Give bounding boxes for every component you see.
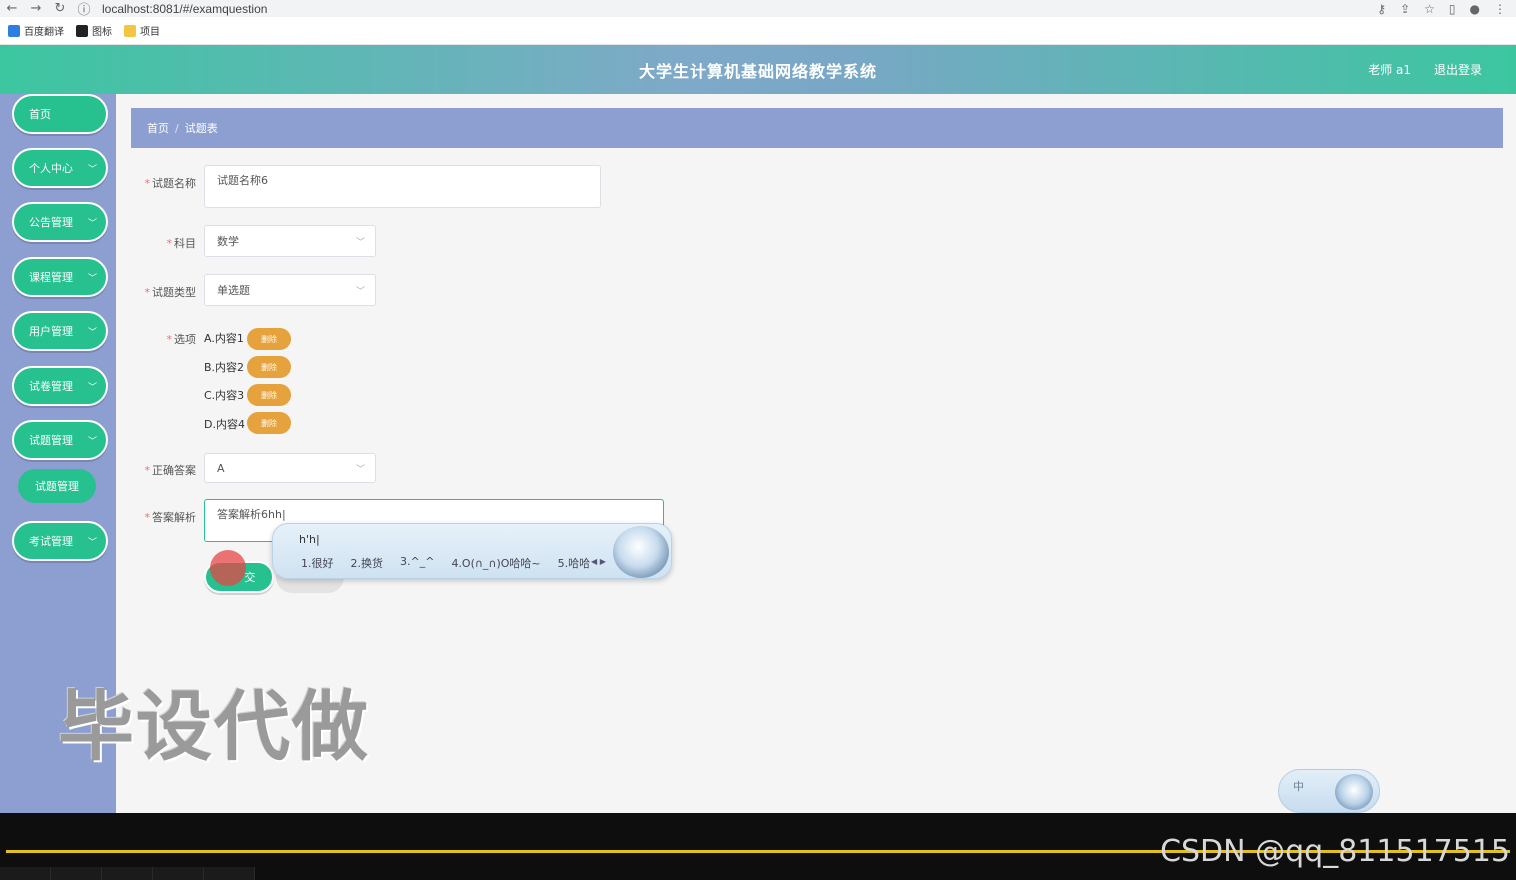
chevron-down-icon: ﹀: [355, 286, 365, 297]
ime-status-bar[interactable]: 中: [1278, 769, 1380, 813]
sidebar-item-course[interactable]: 课程管理 ﹀: [12, 257, 108, 297]
ime-candidate[interactable]: 3.^_^: [400, 555, 434, 571]
ime-skin-decoration: [613, 526, 669, 578]
translate-icon: [8, 24, 20, 37]
info-icon: ⓘ: [77, 3, 91, 18]
option-b-text: B.内容2: [204, 361, 245, 374]
browser-address-bar: ← → ↻ ⓘ localhost:8081/#/examquestion ⚷ …: [0, 0, 1516, 18]
question-name-field[interactable]: 试题名称6: [204, 165, 601, 208]
image-icon: [76, 24, 88, 37]
breadcrumb-current: 试题表: [184, 122, 218, 135]
app: 大学生计算机基础网络教学系统 老师 a1 退出登录 首页 个人中心 ﹀ 公告管理 ﹀…: [0, 45, 1516, 813]
chevron-down-icon: ﹀: [355, 237, 365, 248]
correct-answer-select[interactable]: A ﹀: [204, 453, 376, 483]
delete-option-c-button[interactable]: 删除: [247, 384, 291, 406]
question-type-select[interactable]: 单选题 ﹀: [204, 274, 376, 306]
breadcrumb-separator: /: [175, 121, 179, 135]
reload-icon[interactable]: ↻: [48, 1, 72, 16]
chevron-down-icon: ﹀: [87, 273, 97, 284]
chevron-down-icon: ﹀: [87, 164, 97, 175]
ime-candidate-list: 1.很好 2.换货 3.^_^ 4.O(∩_∩)O哈哈~ 5.哈哈: [301, 555, 590, 571]
sidebar-item-paper[interactable]: 试卷管理 ﹀: [12, 366, 108, 406]
sidebar-item-home[interactable]: 首页: [12, 94, 108, 134]
system-title: 大学生计算机基础网络教学系统: [638, 61, 877, 81]
sidebar-item-user[interactable]: 用户管理 ﹀: [12, 311, 108, 351]
label-options: * 选项: [166, 333, 197, 346]
chevron-down-icon: ﹀: [87, 537, 97, 548]
ime-candidate-popup: h'h| 1.很好 2.换货 3.^_^ 4.O(∩_∩)O哈哈~ 5.哈哈 ◀…: [272, 523, 672, 579]
bookmark-project[interactable]: 项目: [124, 23, 160, 38]
current-user: 老师 a1: [1368, 63, 1411, 77]
subject-select[interactable]: 数学 ﹀: [204, 225, 376, 257]
logout-link[interactable]: 退出登录: [1434, 61, 1482, 78]
label-subject: * 科目: [166, 237, 197, 250]
chevron-down-icon: ﹀: [87, 218, 97, 229]
breadcrumb-home[interactable]: 首页: [147, 120, 169, 136]
folder-icon: [124, 24, 136, 37]
delete-option-d-button[interactable]: 删除: [247, 412, 291, 434]
delete-option-b-button[interactable]: 删除: [247, 356, 291, 378]
label-correct-answer: * 正确答案: [144, 464, 197, 477]
screen: ← → ↻ ⓘ localhost:8081/#/examquestion ⚷ …: [0, 0, 1516, 880]
ime-page-arrows-icon[interactable]: ◀ ▶: [591, 557, 606, 566]
ime-mode-indicator[interactable]: 中: [1293, 778, 1304, 794]
breadcrumb: 首页 / 试题表: [131, 108, 1503, 148]
csdn-credit: CSDN @qq_811517515: [1160, 834, 1510, 869]
chevron-up-icon: ﹀: [87, 436, 97, 447]
url-text[interactable]: localhost:8081/#/examquestion: [102, 2, 267, 16]
video-thumbnails: [0, 867, 255, 880]
watermark: 毕设代做: [58, 682, 370, 771]
click-indicator: [210, 550, 246, 586]
sidebar-item-question[interactable]: 试题管理 ﹀: [12, 420, 108, 460]
label-question-name: * 试题名称: [144, 177, 197, 190]
option-a-text: A.内容1: [204, 332, 244, 345]
bookmark-baidu-translate[interactable]: 百度翻译: [8, 23, 64, 38]
star-icon[interactable]: ☆: [1424, 2, 1435, 16]
delete-option-a-button[interactable]: 删除: [247, 328, 291, 350]
bookmark-icons[interactable]: 图标: [76, 23, 112, 38]
ime-candidate[interactable]: 2.换货: [351, 555, 384, 571]
ime-candidate[interactable]: 5.哈哈: [558, 555, 591, 571]
menu-icon[interactable]: ⋮: [1494, 2, 1506, 16]
ime-skin-decoration: [1335, 774, 1373, 810]
label-question-type: * 试题类型: [144, 286, 197, 299]
chevron-down-icon: ﹀: [87, 327, 97, 338]
ime-candidate[interactable]: 4.O(∩_∩)O哈哈~: [451, 555, 540, 571]
sidebar-item-notice[interactable]: 公告管理 ﹀: [12, 202, 108, 242]
sidebar-item-profile[interactable]: 个人中心 ﹀: [12, 148, 108, 188]
bookmarks-bar: 百度翻译 图标 项目: [0, 17, 1516, 45]
forward-icon[interactable]: →: [24, 1, 48, 16]
ime-candidate[interactable]: 1.很好: [301, 555, 334, 571]
top-header: 大学生计算机基础网络教学系统 老师 a1 退出登录: [0, 45, 1516, 94]
share-icon[interactable]: ⇪: [1400, 2, 1410, 16]
sidebar-subitem-question[interactable]: 试题管理: [18, 469, 96, 503]
key-icon[interactable]: ⚷: [1377, 2, 1386, 16]
profile-icon[interactable]: ●: [1470, 2, 1480, 16]
sidebar-item-exam[interactable]: 考试管理 ﹀: [12, 521, 108, 561]
option-d-text: D.内容4: [204, 418, 245, 431]
label-analysis: * 答案解析: [144, 511, 197, 524]
video-player-bar: CSDN @qq_811517515: [0, 813, 1516, 880]
ime-composition: h'h|: [299, 533, 320, 546]
chevron-down-icon: ﹀: [355, 464, 365, 475]
back-icon[interactable]: ←: [0, 1, 24, 16]
option-c-text: C.内容3: [204, 389, 245, 402]
sidepanel-icon[interactable]: ▯: [1449, 2, 1456, 16]
chevron-down-icon: ﹀: [87, 382, 97, 393]
